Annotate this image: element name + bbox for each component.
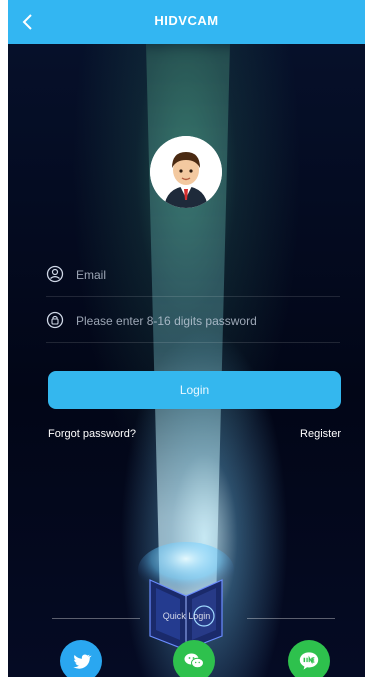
- register-link[interactable]: Register: [300, 428, 341, 440]
- password-field: [46, 298, 340, 343]
- line-login-button[interactable]: [288, 640, 330, 677]
- wechat-login-button[interactable]: [173, 640, 215, 677]
- avatar: [150, 136, 222, 208]
- lock-icon: [46, 311, 64, 329]
- user-icon: [46, 265, 64, 283]
- email-input[interactable]: [74, 262, 338, 288]
- app-screen: HIDVCAM Login Forgot pass: [8, 0, 365, 677]
- user-avatar-icon: [150, 136, 222, 208]
- quick-login-label: Quick Login: [162, 611, 211, 621]
- page-title: HIDVCAM: [154, 13, 219, 28]
- top-bar: HIDVCAM: [8, 0, 365, 44]
- password-input[interactable]: [74, 308, 338, 334]
- login-button[interactable]: Login: [48, 371, 341, 409]
- wechat-icon: [184, 653, 204, 669]
- twitter-icon: [73, 654, 92, 669]
- twitter-login-button[interactable]: [60, 640, 102, 677]
- email-field: [46, 252, 340, 297]
- line-icon: [299, 652, 319, 670]
- book-illustration: [138, 542, 234, 650]
- forgot-password-link[interactable]: Forgot password?: [48, 428, 136, 440]
